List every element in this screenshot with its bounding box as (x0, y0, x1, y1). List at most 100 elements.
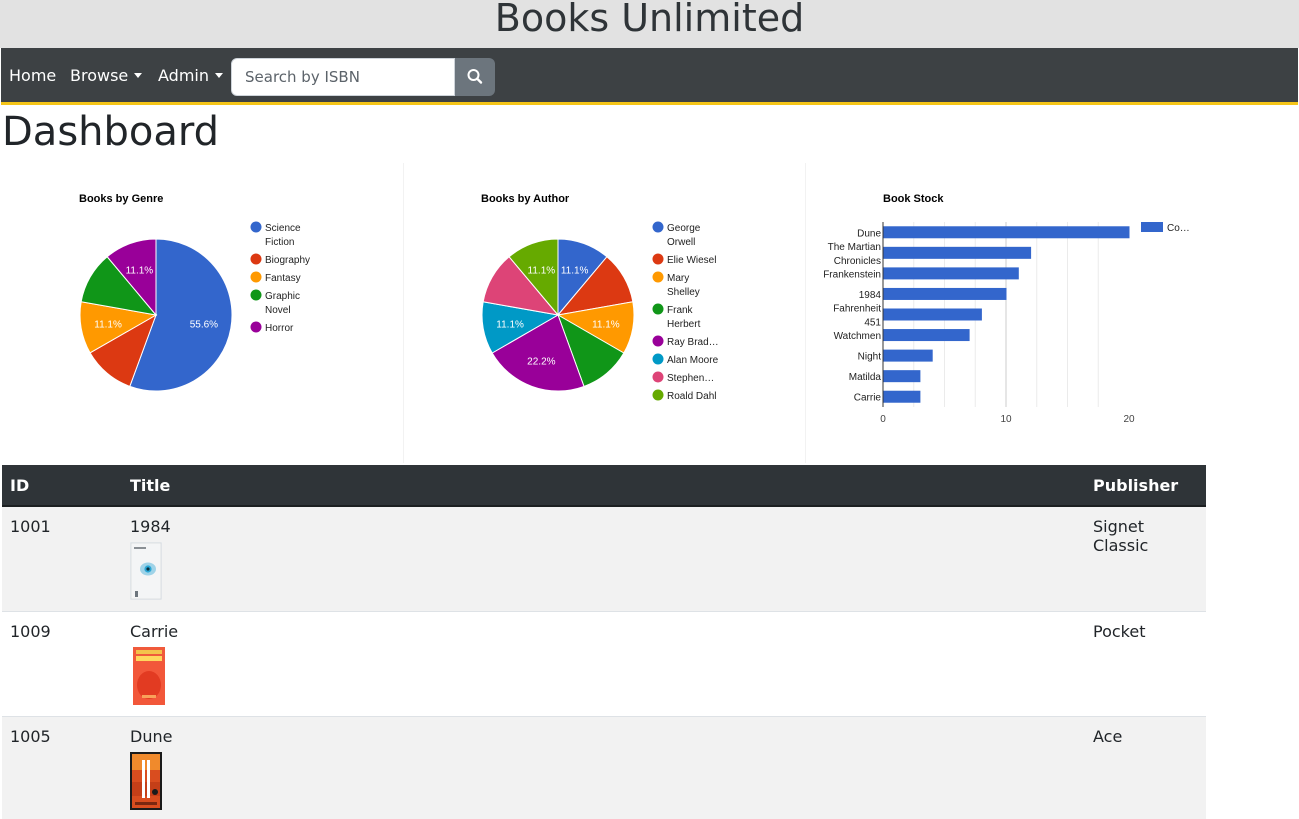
nav-admin-dropdown[interactable]: Admin (158, 65, 223, 87)
category-label: Matilda (849, 372, 882, 383)
legend-marker (250, 271, 262, 283)
legend-marker (250, 321, 262, 333)
category-label: Carrie (854, 393, 882, 404)
bar-watchmen[interactable] (883, 329, 970, 342)
legend-label[interactable]: Biography (265, 255, 310, 266)
tick-label: 20 (1123, 414, 1135, 425)
category-label: Frankenstein (823, 269, 881, 280)
legend-label[interactable]: Alan Moore (667, 355, 719, 366)
book-cover-image[interactable] (130, 542, 162, 600)
legend-marker (652, 303, 664, 315)
search-icon (467, 69, 483, 84)
table-header-row: ID Title Publisher (2, 465, 1206, 507)
chart-title: Books by Author (481, 193, 570, 205)
legend-label[interactable]: Graphic (265, 291, 300, 302)
book-cover-image[interactable] (130, 646, 168, 705)
legend-label[interactable]: Science (265, 223, 301, 234)
chart-title: Book Stock (883, 193, 944, 205)
cell-publisher: Signet Classic (1085, 506, 1206, 612)
category-label: Dune (857, 228, 881, 239)
legend-label[interactable]: Fantasy (265, 273, 301, 284)
legend-marker (652, 371, 664, 383)
legend-label[interactable]: Elie Wiesel (667, 255, 716, 266)
bar-1984[interactable] (883, 287, 1007, 300)
slice-label: 11.1% (94, 319, 122, 330)
book-title: Carrie (130, 621, 179, 641)
books-by-author-pie-chart: Books by Author 11.1% 11.1% 22.2% 11.1% 11.1%… (481, 193, 719, 402)
bar-fahrenheit-451[interactable] (883, 308, 982, 321)
book-title: Dune (130, 726, 173, 746)
slice-label: 55.6% (190, 320, 218, 331)
books-table: ID Title Publisher 1001 1984 Signet Clas… (2, 465, 1206, 819)
column-header-title[interactable]: Title (122, 465, 1085, 507)
book-title: 1984 (130, 517, 171, 536)
cell-id: 1009 (2, 611, 122, 717)
legend-label[interactable]: Mary (667, 273, 689, 284)
legend-label[interactable]: George (667, 223, 701, 234)
chevron-down-icon (215, 73, 223, 78)
cell-id: 1005 (2, 716, 122, 819)
slice-label: 22.2% (527, 357, 555, 368)
bar-frankenstein[interactable] (883, 267, 1019, 280)
stock-chart-panel: Book Stock Dune The Martian Chronicles Frank… (806, 163, 1207, 463)
nav-browse-dropdown[interactable]: Browse (70, 65, 143, 87)
search-input[interactable] (231, 58, 455, 96)
bar-matilda[interactable] (883, 370, 921, 383)
legend-marker (652, 271, 664, 283)
nav-admin-label: Admin (158, 66, 209, 85)
category-label: 1984 (859, 290, 882, 301)
book-cover-image[interactable] (130, 751, 162, 810)
legend-label[interactable]: Herbert (667, 319, 701, 330)
legend-label[interactable]: Orwell (667, 237, 695, 248)
legend-marker (250, 253, 262, 265)
cell-publisher: Pocket (1085, 611, 1206, 717)
legend-label[interactable]: Co… (1167, 223, 1190, 234)
cell-title: 1984 (122, 506, 1085, 612)
category-label: Fahrenheit (833, 304, 881, 315)
table-row[interactable]: 1009 Carrie Pocket (2, 611, 1206, 717)
legend-label[interactable]: Fiction (265, 237, 294, 248)
tick-label: 0 (880, 414, 886, 425)
page-title: Dashboard (2, 109, 220, 155)
legend-label[interactable]: Roald Dahl (667, 391, 716, 402)
category-label: 451 (864, 318, 881, 329)
legend-marker (652, 335, 664, 347)
search-button[interactable] (455, 58, 495, 96)
book-stock-bar-chart: Book Stock Dune The Martian Chronicles Frank… (823, 193, 1190, 425)
category-label: Chronicles (834, 256, 881, 267)
legend-label[interactable]: Horror (265, 323, 294, 334)
slice-label: 11.1% (528, 265, 556, 276)
legend-label[interactable]: Frank (667, 305, 694, 316)
books-by-genre-pie-chart: Books by Genre 55.6% 11.1% 11.1% Science Fict… (79, 193, 310, 392)
chevron-down-icon (134, 73, 143, 78)
legend-marker (652, 221, 664, 233)
category-label: The Martian (828, 242, 881, 253)
author-chart-panel: Books by Author 11.1% 11.1% 22.2% 11.1% 11.1%… (404, 163, 805, 463)
nav-browse-label: Browse (70, 66, 129, 85)
legend-label[interactable]: Stephen… (667, 373, 714, 384)
legend-marker (652, 389, 664, 401)
column-header-id[interactable]: ID (2, 465, 122, 507)
column-header-publisher[interactable]: Publisher (1085, 465, 1206, 507)
slice-label: 11.1% (592, 319, 620, 330)
cell-publisher: Ace (1085, 716, 1206, 819)
bar-night[interactable] (883, 349, 933, 362)
slice-label: 11.1% (496, 319, 524, 330)
legend-marker (652, 253, 664, 265)
cell-title: Carrie (122, 611, 1085, 717)
category-label: Night (858, 352, 882, 363)
table-row[interactable]: 1001 1984 Signet Classic (2, 506, 1206, 612)
chart-title: Books by Genre (79, 193, 163, 205)
bar-carrie[interactable] (883, 390, 921, 403)
legend-label[interactable]: Ray Brad… (667, 337, 719, 348)
legend-label[interactable]: Shelley (667, 287, 700, 298)
site-header: Books Unlimited (0, 0, 1299, 48)
slice-label: 11.1% (126, 265, 154, 276)
cell-id: 1001 (2, 506, 122, 612)
bar-dune[interactable] (883, 226, 1130, 239)
bar-the-martian-chronicles[interactable] (883, 246, 1032, 259)
tick-label: 10 (1000, 414, 1012, 425)
table-row[interactable]: 1005 Dune Ace (2, 716, 1206, 819)
nav-home-link[interactable]: Home (9, 65, 56, 87)
legend-label[interactable]: Novel (265, 305, 291, 316)
